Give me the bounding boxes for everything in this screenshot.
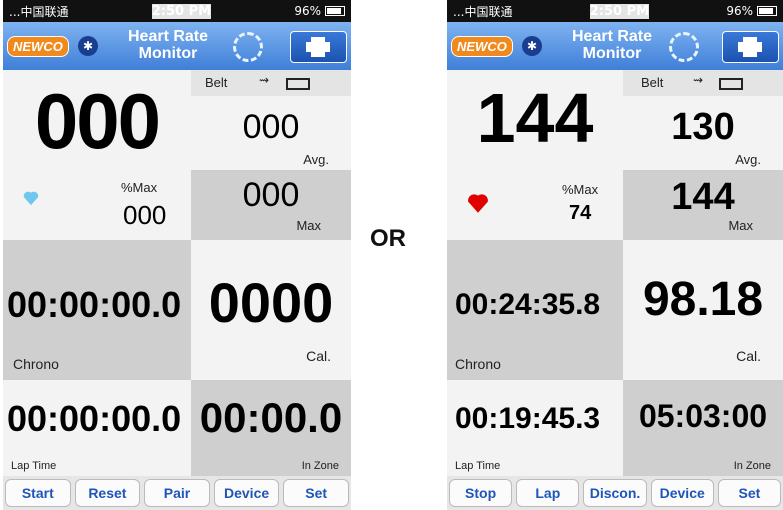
calories-label: Cal. <box>306 348 331 364</box>
phone-screen-active: ...中国联通 2:50 PM 96% NEWCO ✱ Heart Rate M… <box>447 0 783 510</box>
average-label: Avg. <box>303 152 329 167</box>
lap-time-cell: 00:00:00.0 Lap Time <box>3 380 191 476</box>
chrono-label: Chrono <box>455 356 501 372</box>
average-cell: 130 Avg. <box>623 96 783 170</box>
heart-rate-value: 144 <box>476 79 594 157</box>
battery-indicator: 96% <box>726 4 777 18</box>
start-button[interactable]: Start <box>5 479 71 507</box>
battery-indicator: 96% <box>294 4 345 18</box>
carrier-label: ...中国联通 <box>9 4 69 19</box>
belt-battery-icon <box>719 78 743 90</box>
percent-max-cell: %Max 74 <box>447 170 623 240</box>
carrier-label: ...中国联通 <box>453 4 513 19</box>
add-button[interactable] <box>290 31 347 63</box>
bottom-toolbar: Start Reset Pair Device Set <box>3 476 351 510</box>
loading-spinner-icon <box>233 32 263 62</box>
calories-cell: 98.18 Cal. <box>623 240 783 380</box>
heart-icon <box>468 194 488 213</box>
stop-button[interactable]: Stop <box>449 479 513 507</box>
signal-icon: ⇝ <box>259 73 270 87</box>
max-cell: 144 Max <box>623 170 783 240</box>
status-bar: ...中国联通 2:50 PM 96% <box>3 0 351 22</box>
lap-time-cell: 00:19:45.3 Lap Time <box>447 380 623 476</box>
belt-status: Belt ⇝ <box>623 70 783 96</box>
device-button[interactable]: Device <box>650 479 714 507</box>
max-value: 144 <box>671 176 735 218</box>
average-label: Avg. <box>735 152 761 167</box>
percent-max-value: 74 <box>569 202 592 224</box>
disconnect-button[interactable]: Discon. <box>583 479 647 507</box>
lap-time-value: 00:19:45.3 <box>455 402 601 435</box>
lap-time-label: Lap Time <box>455 460 501 472</box>
loading-spinner-icon <box>669 32 699 62</box>
chrono-value: 00:00:00.0 <box>7 284 182 325</box>
chrono-value: 00:24:35.8 <box>455 288 601 321</box>
in-zone-value: 00:00.0 <box>199 394 343 441</box>
device-button[interactable]: Device <box>213 479 280 507</box>
heart-rate-cell: 144 <box>447 70 623 170</box>
metrics-grid: 144 Belt ⇝ 130 Avg. %Max 74 144 Max 00:2… <box>447 70 783 476</box>
in-zone-cell: 05:03:00 In Zone <box>623 380 783 476</box>
reset-button[interactable]: Reset <box>74 479 141 507</box>
heart-rate-value: 000 <box>34 77 161 165</box>
battery-icon <box>324 6 345 16</box>
clock: 2:50 PM <box>589 3 650 19</box>
metrics-grid: 000 Belt ⇝ 000 Avg. %Max 000 000 Max 00:… <box>3 70 351 476</box>
in-zone-cell: 00:00.0 In Zone <box>191 380 351 476</box>
max-label: Max <box>296 218 321 233</box>
pair-button[interactable]: Pair <box>144 479 210 507</box>
newco-logo: NEWCO <box>451 36 513 57</box>
phone-screen-idle: ...中国联通 2:50 PM 96% NEWCO ✱ Heart Rate M… <box>3 0 351 510</box>
status-bar: ...中国联通 2:50 PM 96% <box>447 0 783 22</box>
or-separator: OR <box>370 225 406 252</box>
percent-max-label: %Max <box>562 182 599 197</box>
heart-icon <box>23 191 39 206</box>
title-bar: NEWCO ✱ Heart Rate Monitor <box>3 22 351 71</box>
title-bar: NEWCO ✱ Heart Rate Monitor <box>447 22 783 71</box>
battery-icon <box>756 6 777 16</box>
percent-max-cell: %Max 000 <box>3 170 191 240</box>
chrono-cell: 00:24:35.8 Chrono <box>447 240 623 380</box>
calories-value: 0000 <box>208 271 334 334</box>
calories-label: Cal. <box>736 348 761 364</box>
bluetooth-icon: ✱ <box>78 36 98 56</box>
clock: 2:50 PM <box>151 3 212 19</box>
in-zone-label: In Zone <box>301 460 339 472</box>
bluetooth-icon: ✱ <box>522 36 542 56</box>
max-value: 000 <box>242 176 300 214</box>
calories-value: 98.18 <box>642 273 764 326</box>
set-button[interactable]: Set <box>717 479 782 507</box>
lap-time-label: Lap Time <box>11 460 57 472</box>
belt-battery-icon <box>286 78 310 90</box>
signal-icon: ⇝ <box>693 73 704 87</box>
in-zone-value: 05:03:00 <box>638 398 768 434</box>
max-cell: 000 Max <box>191 170 351 240</box>
percent-max-value: 000 <box>123 200 167 230</box>
add-button[interactable] <box>722 31 779 63</box>
belt-status: Belt ⇝ <box>191 70 351 96</box>
bottom-toolbar: Stop Lap Discon. Device Set <box>447 476 783 510</box>
calories-cell: 0000 Cal. <box>191 240 351 380</box>
chrono-label: Chrono <box>13 356 59 372</box>
average-value: 130 <box>671 106 735 148</box>
heart-rate-cell: 000 <box>3 70 191 170</box>
app-title: Heart Rate Monitor <box>571 28 653 62</box>
app-title: Heart Rate Monitor <box>127 28 209 62</box>
percent-max-label: %Max <box>121 180 158 195</box>
average-value: 000 <box>242 108 300 146</box>
newco-logo: NEWCO <box>7 36 69 57</box>
set-button[interactable]: Set <box>283 479 349 507</box>
lap-button[interactable]: Lap <box>516 479 580 507</box>
chrono-cell: 00:00:00.0 Chrono <box>3 240 191 380</box>
max-label: Max <box>728 218 753 233</box>
average-cell: 000 Avg. <box>191 96 351 170</box>
in-zone-label: In Zone <box>733 460 771 472</box>
lap-time-value: 00:00:00.0 <box>7 398 182 439</box>
